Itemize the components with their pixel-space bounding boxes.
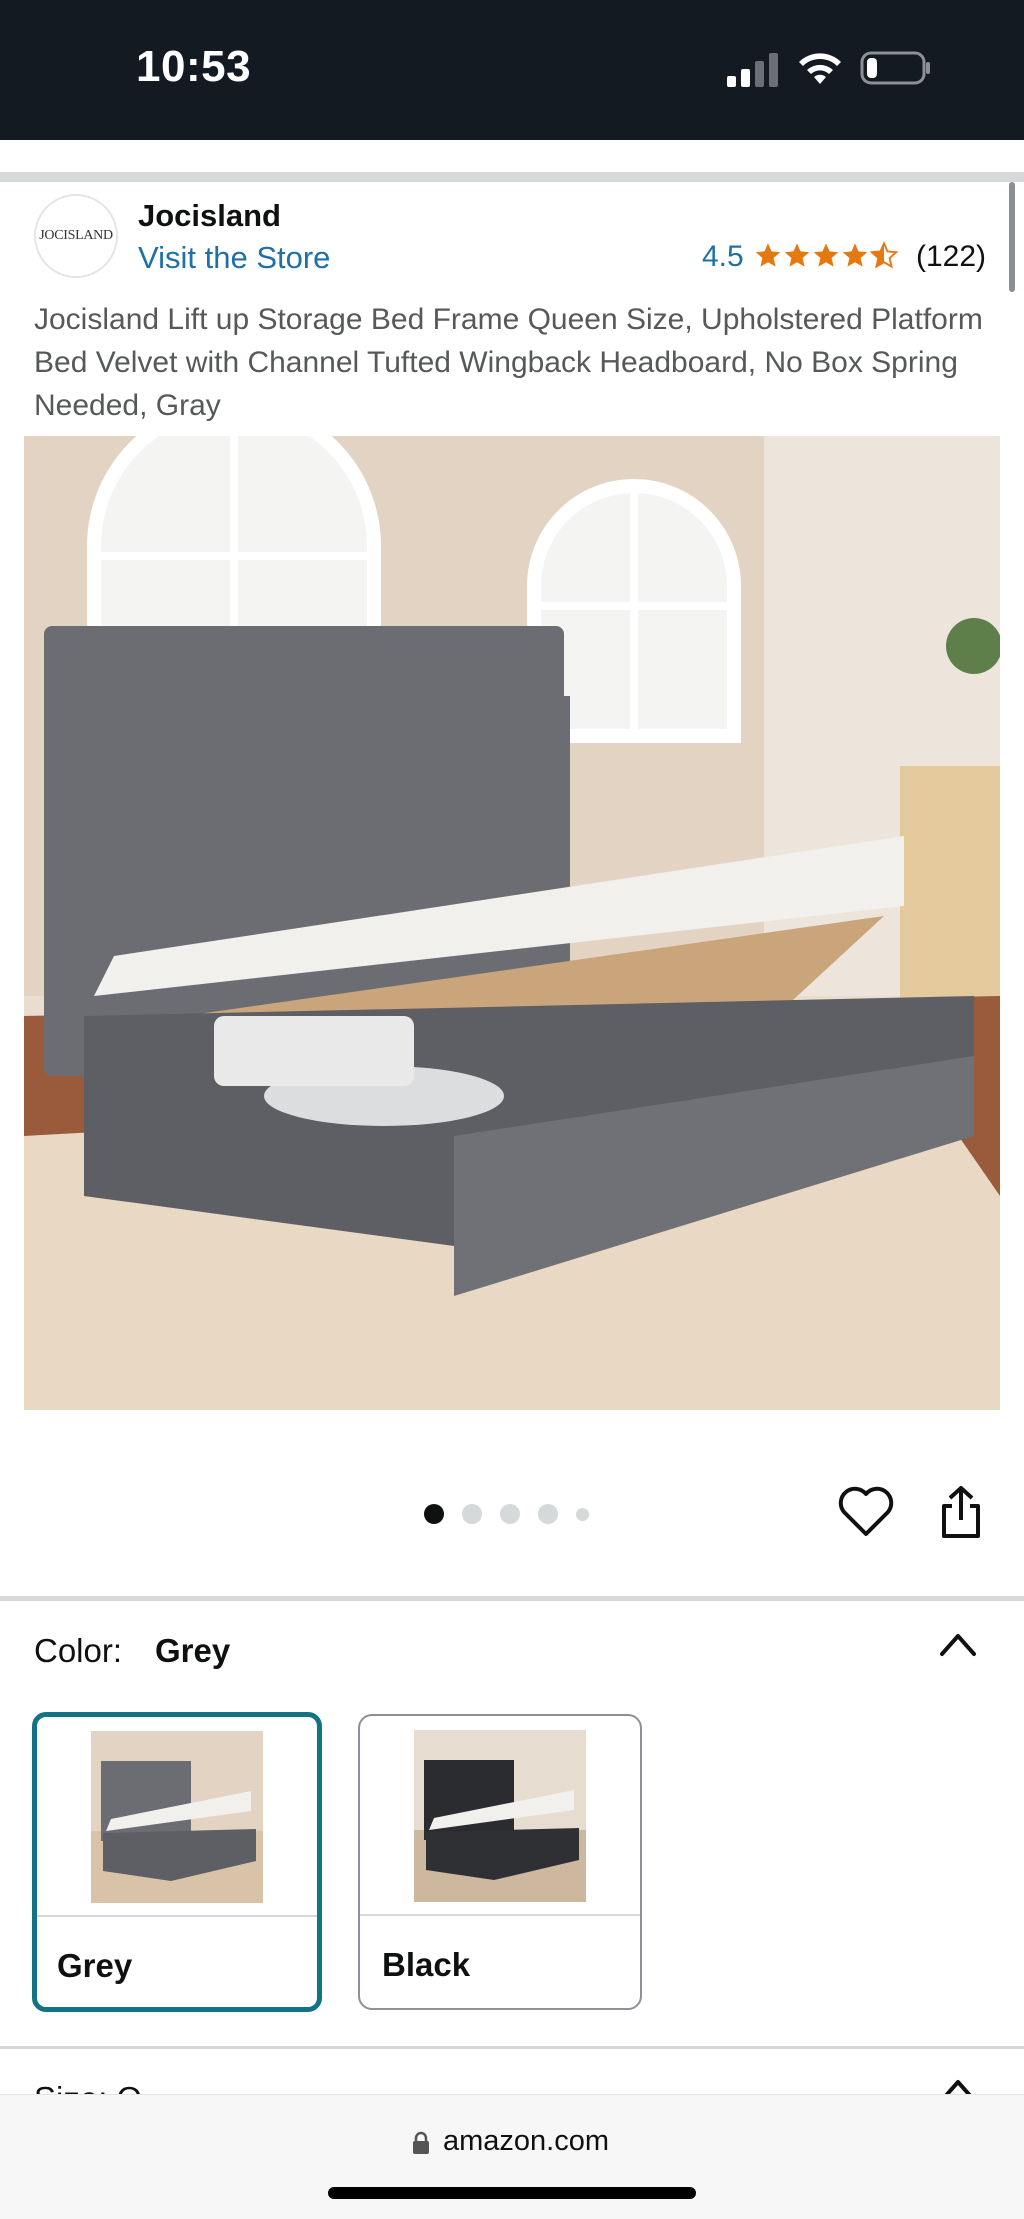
carousel-dot[interactable] bbox=[538, 1504, 558, 1524]
star-full-icon bbox=[813, 243, 839, 267]
swatch-divider bbox=[37, 1915, 317, 1917]
brand-logo[interactable]: JOCISLAND bbox=[34, 194, 118, 278]
review-count[interactable]: (122) bbox=[916, 240, 986, 274]
carousel-dot[interactable] bbox=[500, 1504, 520, 1524]
color-selected-value: Grey bbox=[155, 1632, 231, 1669]
share-icon[interactable] bbox=[938, 1484, 984, 1540]
carousel-dot[interactable] bbox=[576, 1507, 589, 1521]
star-full-icon bbox=[842, 243, 868, 267]
size-label: Size: Q bbox=[34, 2080, 142, 2094]
image-carousel-dots bbox=[424, 1500, 589, 1528]
star-half-icon bbox=[870, 240, 898, 269]
page-top-spacer bbox=[0, 140, 1024, 172]
visit-store-link[interactable]: Visit the Store bbox=[138, 240, 330, 276]
heart-icon[interactable] bbox=[838, 1486, 894, 1538]
cellular-signal-icon bbox=[727, 53, 778, 87]
carousel-dot[interactable] bbox=[462, 1504, 482, 1524]
product-photo-bed bbox=[24, 436, 1000, 1410]
status-time: 10:53 bbox=[136, 42, 252, 91]
swatch-label-black: Black bbox=[382, 1946, 471, 1983]
color-option-black[interactable]: Black bbox=[358, 1714, 642, 2010]
browser-bottom-bar: amazon.com bbox=[0, 2094, 1024, 2219]
section-divider bbox=[0, 1596, 1024, 1601]
lock-icon bbox=[413, 2131, 429, 2154]
status-bar: 10:53 bbox=[0, 0, 1024, 140]
product-image[interactable] bbox=[24, 436, 1000, 1410]
rating-value[interactable]: 4.5 bbox=[702, 240, 744, 274]
brand-logo-text: JOCISLAND bbox=[39, 228, 113, 243]
star-rating[interactable] bbox=[754, 240, 898, 272]
chevron-up-icon[interactable] bbox=[938, 1630, 978, 1658]
product-title: Jocisland Lift up Storage Bed Frame Quee… bbox=[34, 303, 983, 422]
swatch-divider bbox=[360, 1914, 640, 1916]
section-divider bbox=[0, 2046, 1024, 2049]
color-option-grey[interactable]: Grey bbox=[32, 1712, 322, 2012]
scrollbar-thumb[interactable] bbox=[1009, 182, 1015, 292]
battery-icon bbox=[860, 51, 930, 85]
star-full-icon bbox=[784, 243, 810, 267]
swatch-label-grey: Grey bbox=[57, 1947, 133, 1984]
section-divider bbox=[0, 172, 1024, 182]
url-address[interactable]: amazon.com bbox=[443, 2125, 609, 2158]
swatch-thumbnail bbox=[414, 1730, 586, 1902]
star-full-icon bbox=[755, 243, 781, 267]
carousel-dot-active[interactable] bbox=[424, 1504, 444, 1524]
swatch-thumbnail bbox=[91, 1731, 263, 1903]
color-label: Color: bbox=[34, 1632, 123, 1669]
home-indicator[interactable] bbox=[328, 2187, 696, 2199]
wifi-icon bbox=[799, 53, 841, 84]
brand-name: Jocisland bbox=[138, 198, 281, 233]
chevron-up-icon[interactable] bbox=[938, 2078, 978, 2094]
